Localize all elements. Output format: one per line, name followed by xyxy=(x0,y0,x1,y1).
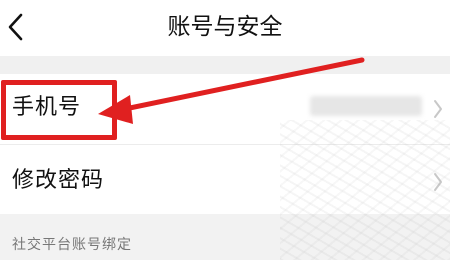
social-binding-label: 社交平台账号绑定 xyxy=(12,237,132,253)
top-nav-bar: 账号与安全 xyxy=(0,0,450,56)
chevron-right-icon xyxy=(434,100,442,118)
change-password-label: 修改密码 xyxy=(12,168,105,193)
phone-number-value-obscured xyxy=(310,96,422,116)
page-title: 账号与安全 xyxy=(167,14,283,40)
top-gap xyxy=(0,56,450,74)
watermark xyxy=(280,120,450,260)
highlight-box xyxy=(1,80,117,140)
